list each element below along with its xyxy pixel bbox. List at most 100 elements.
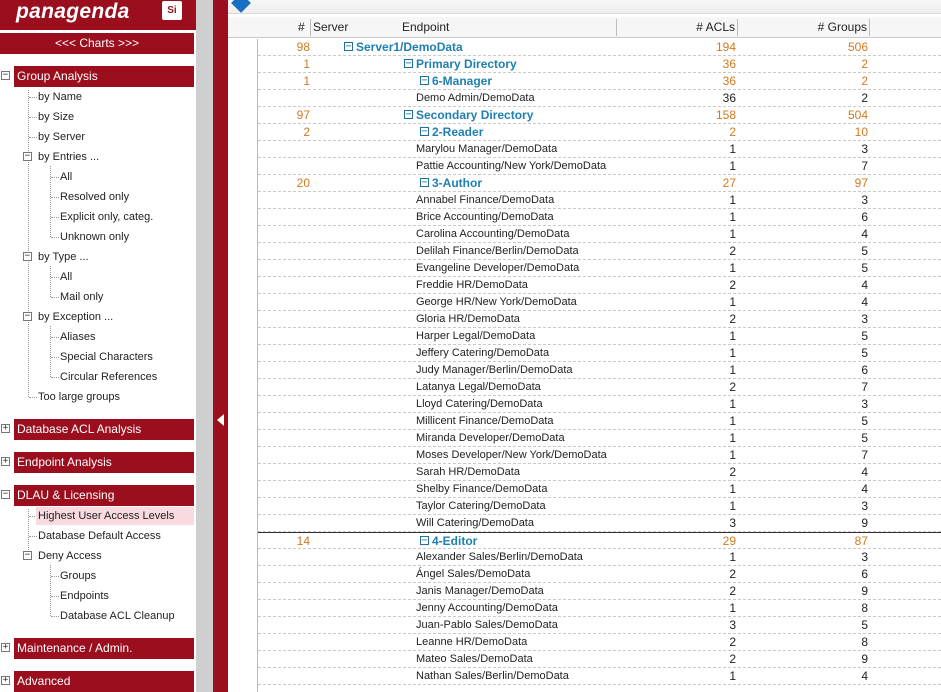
tree-item-mail-only[interactable]: Mail only bbox=[58, 288, 107, 306]
endpoint-row[interactable]: Evangeline Developer/DemoData 1 5 bbox=[258, 260, 941, 277]
collapse-row-icon[interactable]: − bbox=[420, 536, 429, 546]
column-separator[interactable] bbox=[616, 19, 617, 36]
collapse-dlau-icon[interactable]: − bbox=[1, 490, 10, 499]
group-row[interactable]: 98 − Server1/DemoData 194 506 bbox=[258, 39, 941, 56]
column-header-groups[interactable]: # Groups bbox=[739, 17, 867, 38]
endpoint-row[interactable]: Leanne HR/DemoData 2 8 bbox=[258, 634, 941, 651]
collapse-by-type-icon[interactable]: − bbox=[23, 252, 32, 261]
row-count: 20 bbox=[296, 176, 310, 190]
section-maintenance-admin[interactable]: Maintenance / Admin. bbox=[14, 638, 194, 659]
endpoint-row[interactable]: Delilah Finance/Berlin/DemoData 2 5 bbox=[258, 243, 941, 260]
endpoint-row[interactable]: Harper Legal/DemoData 1 5 bbox=[258, 328, 941, 345]
tree-item-unknown-only[interactable]: Unknown only bbox=[58, 228, 133, 246]
endpoint-row[interactable]: Judy Manager/Berlin/DemoData 1 6 bbox=[258, 362, 941, 379]
tree-item-aliases[interactable]: Aliases bbox=[58, 328, 99, 346]
endpoint-row[interactable]: George HR/New York/DemoData 1 4 bbox=[258, 294, 941, 311]
endpoint-row[interactable]: Jenny Accounting/DemoData 1 8 bbox=[258, 600, 941, 617]
tree-item-too-large-groups[interactable]: Too large groups bbox=[36, 388, 124, 406]
tree-item-by-entries[interactable]: by Entries ... bbox=[36, 148, 103, 166]
expand-endpoint-analysis-icon[interactable]: + bbox=[1, 457, 10, 466]
tree-item-deny-access[interactable]: Deny Access bbox=[36, 547, 106, 565]
column-separator[interactable] bbox=[737, 19, 738, 36]
section-dlau-licensing[interactable]: DLAU & Licensing bbox=[14, 485, 194, 506]
endpoint-row[interactable]: Taylor Catering/DemoData 1 3 bbox=[258, 498, 941, 515]
endpoint-row[interactable]: Nathan Sales/Berlin/DemoData 1 4 bbox=[258, 668, 941, 685]
group-row[interactable]: 14 −4-Editor 29 87 bbox=[258, 532, 941, 549]
endpoint-row[interactable]: Demo Admin/DemoData 36 2 bbox=[258, 90, 941, 107]
column-separator[interactable] bbox=[310, 19, 311, 36]
endpoint-row[interactable]: Ángel Sales/DemoData 2 6 bbox=[258, 566, 941, 583]
tree-item-special-characters[interactable]: Special Characters bbox=[58, 348, 157, 366]
tree-item-by-size[interactable]: by Size bbox=[36, 108, 78, 126]
logo-wordmark: panagenda bbox=[16, 0, 130, 23]
collapse-row-icon[interactable]: − bbox=[420, 127, 429, 137]
endpoint-row[interactable]: Will Catering/DemoData 3 9 bbox=[258, 515, 941, 532]
collapse-group-analysis-icon[interactable]: − bbox=[1, 71, 10, 80]
tree-item-explicit-only[interactable]: Explicit only, categ. bbox=[58, 208, 157, 226]
collapse-row-icon[interactable]: − bbox=[420, 76, 429, 86]
endpoint-row[interactable]: Alexander Sales/Berlin/DemoData 1 3 bbox=[258, 549, 941, 566]
group-row[interactable]: 2 −2-Reader 2 10 bbox=[258, 124, 941, 141]
endpoint-row[interactable]: Marylou Manager/DemoData 1 3 bbox=[258, 141, 941, 158]
tree-item-type-all[interactable]: All bbox=[58, 268, 76, 286]
tree-item-by-name[interactable]: by Name bbox=[36, 88, 86, 106]
section-endpoint-analysis[interactable]: Endpoint Analysis bbox=[14, 452, 194, 473]
endpoint-row[interactable]: Moses Developer/New York/DemoData 1 7 bbox=[258, 447, 941, 464]
collapse-row-icon[interactable]: − bbox=[420, 178, 429, 188]
expand-advanced-icon[interactable]: + bbox=[1, 676, 10, 685]
tree-item-database-acl-cleanup[interactable]: Database ACL Cleanup bbox=[58, 607, 179, 625]
endpoint-row[interactable]: Millicent Finance/DemoData 1 5 bbox=[258, 413, 941, 430]
collapse-deny-access-icon[interactable]: − bbox=[23, 551, 32, 560]
column-header-acls[interactable]: # ACLs bbox=[618, 17, 735, 38]
tree-item-by-type[interactable]: by Type ... bbox=[36, 248, 93, 266]
charts-button[interactable]: <<< Charts >>> bbox=[0, 33, 194, 54]
endpoint-row[interactable]: Juan-Pablo Sales/DemoData 3 5 bbox=[258, 617, 941, 634]
endpoint-row[interactable]: Lloyd Catering/DemoData 1 3 bbox=[258, 396, 941, 413]
endpoint-row[interactable]: Sarah HR/DemoData 2 4 bbox=[258, 464, 941, 481]
endpoint-row[interactable]: Gloria HR/DemoData 2 3 bbox=[258, 311, 941, 328]
tree-item-deny-endpoints[interactable]: Endpoints bbox=[58, 587, 113, 605]
tree-item-circular-references[interactable]: Circular References bbox=[58, 368, 161, 386]
tree-item-by-exception[interactable]: by Exception ... bbox=[36, 308, 117, 326]
group-row[interactable]: 1 −6-Manager 36 2 bbox=[258, 73, 941, 90]
tree-item-entries-all[interactable]: All bbox=[58, 168, 76, 186]
tree-item-database-default-access[interactable]: Database Default Access bbox=[36, 527, 165, 545]
collapse-by-entries-icon[interactable]: − bbox=[23, 152, 32, 161]
endpoint-row[interactable]: Jeffery Catering/DemoData 1 5 bbox=[258, 345, 941, 362]
endpoint-row[interactable]: Annabel Finance/DemoData 1 3 bbox=[258, 192, 941, 209]
tree-item-highest-user-access-levels[interactable]: Highest User Access Levels bbox=[36, 507, 194, 525]
tree-item-by-server[interactable]: by Server bbox=[36, 128, 89, 146]
endpoint-row[interactable]: Carolina Accounting/DemoData 1 4 bbox=[258, 226, 941, 243]
column-separator[interactable] bbox=[869, 19, 870, 36]
group-count: 10 bbox=[854, 125, 868, 139]
endpoint-row[interactable]: Janis Manager/DemoData 2 9 bbox=[258, 583, 941, 600]
expand-maintenance-icon[interactable]: + bbox=[1, 643, 10, 652]
section-advanced[interactable]: Advanced bbox=[14, 671, 194, 692]
column-header-count[interactable]: # bbox=[298, 17, 305, 38]
section-group-analysis[interactable]: Group Analysis bbox=[14, 66, 194, 87]
endpoint-row[interactable]: Mateo Sales/DemoData 2 9 bbox=[258, 651, 941, 668]
group-count: 5 bbox=[861, 244, 868, 258]
endpoint-row[interactable]: Shelby Finance/DemoData 1 4 bbox=[258, 481, 941, 498]
endpoint-row[interactable]: Latanya Legal/DemoData 2 7 bbox=[258, 379, 941, 396]
group-row[interactable]: 20 −3-Author 27 97 bbox=[258, 175, 941, 192]
endpoint-row[interactable]: Pattie Accounting/New York/DemoData 1 7 bbox=[258, 158, 941, 175]
collapse-by-exception-icon[interactable]: − bbox=[23, 312, 32, 321]
expand-database-acl-icon[interactable]: + bbox=[1, 424, 10, 433]
endpoint-row[interactable]: Brice Accounting/DemoData 1 6 bbox=[258, 209, 941, 226]
tree-item-deny-groups[interactable]: Groups bbox=[58, 567, 100, 585]
group-row[interactable]: 1 − Primary Directory 36 2 bbox=[258, 56, 941, 73]
endpoint-row[interactable]: Freddie HR/DemoData 2 4 bbox=[258, 277, 941, 294]
collapse-sidebar-arrow-icon[interactable] bbox=[217, 414, 224, 426]
acl-count: 1 bbox=[729, 431, 736, 445]
tree-item-resolved-only[interactable]: Resolved only bbox=[58, 188, 133, 206]
sidebar-splitter[interactable] bbox=[213, 0, 228, 692]
column-header-endpoint[interactable]: Endpoint bbox=[402, 17, 449, 38]
group-row[interactable]: 97 − Secondary Directory 158 504 bbox=[258, 107, 941, 124]
collapse-row-icon[interactable]: − bbox=[344, 42, 353, 52]
section-database-acl-analysis[interactable]: Database ACL Analysis bbox=[14, 419, 194, 440]
collapse-row-icon[interactable]: − bbox=[404, 59, 413, 69]
collapse-row-icon[interactable]: − bbox=[404, 110, 413, 120]
endpoint-row[interactable]: Miranda Developer/DemoData 1 5 bbox=[258, 430, 941, 447]
column-header-server[interactable]: Server bbox=[313, 17, 348, 38]
